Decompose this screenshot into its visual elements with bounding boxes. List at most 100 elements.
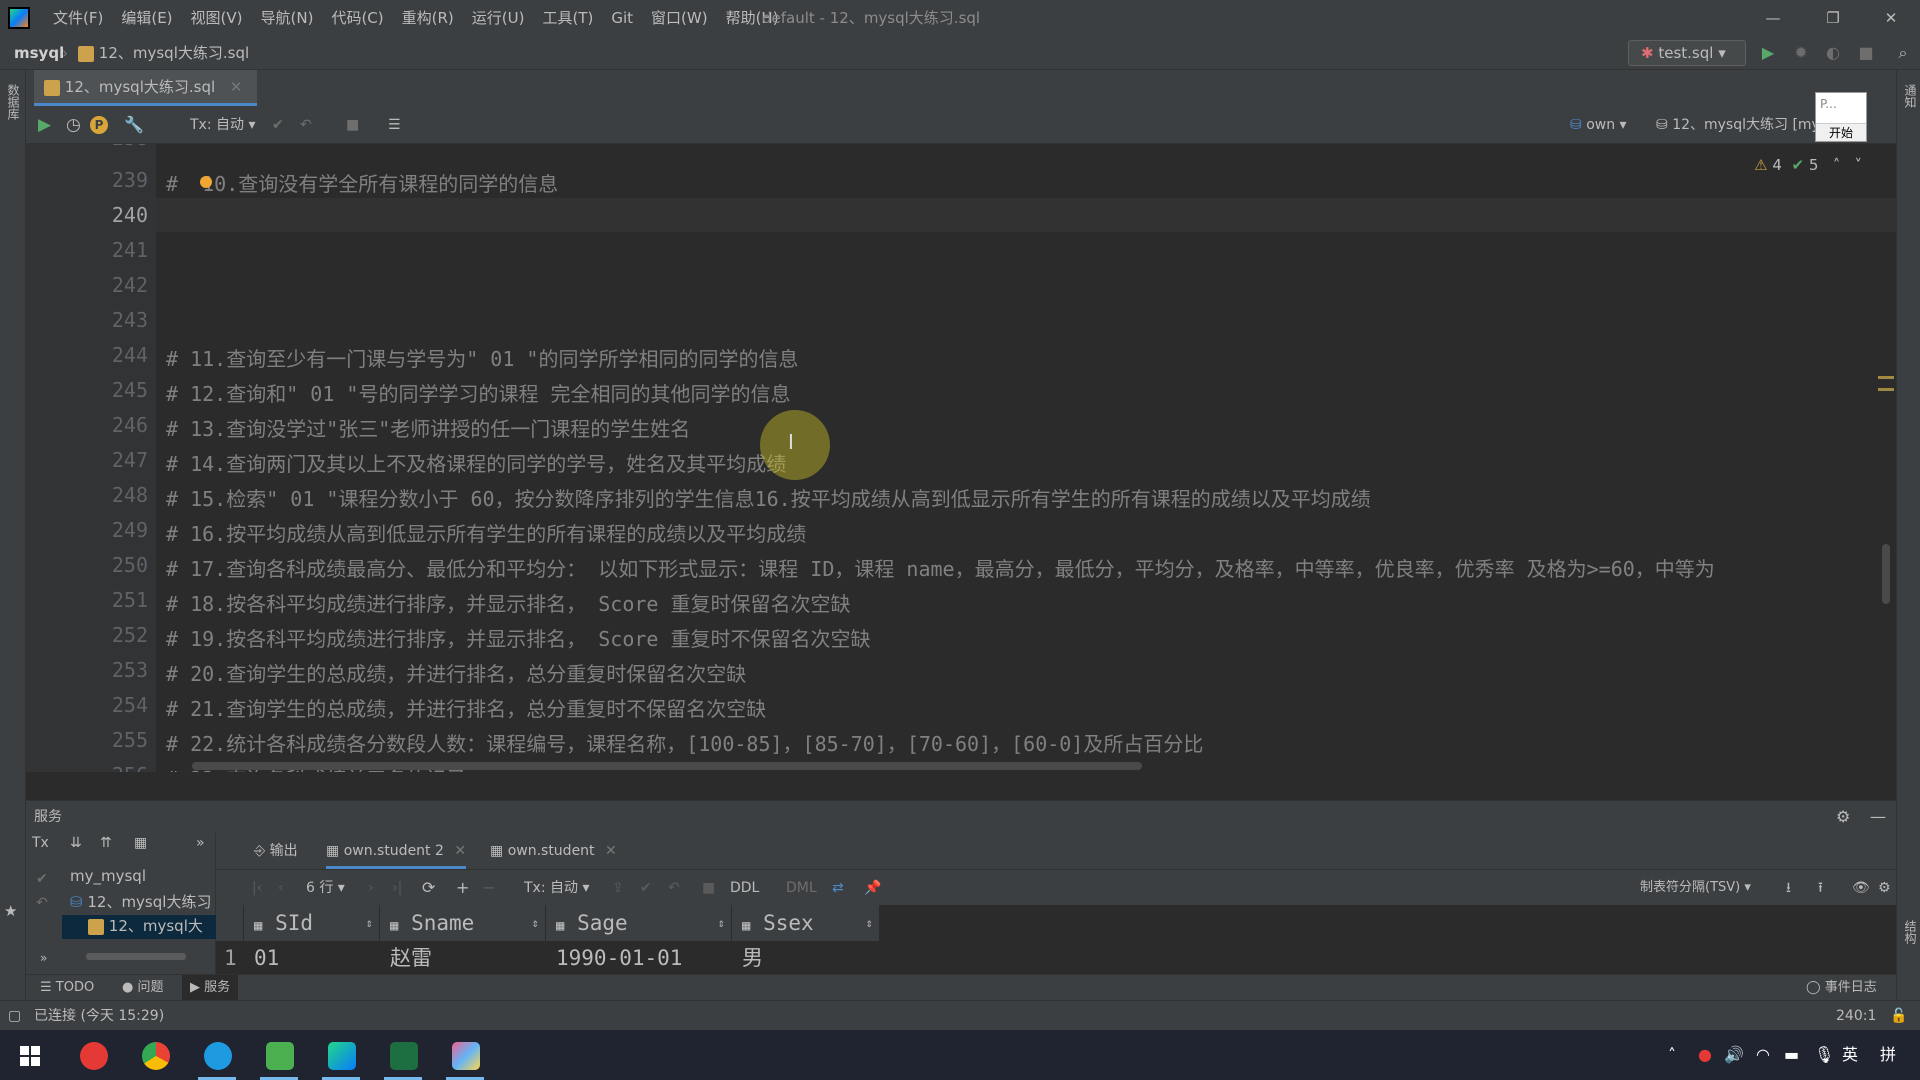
stripe-mark[interactable]	[1878, 376, 1894, 379]
pin-icon[interactable]: 📌	[864, 870, 881, 906]
close-window-button[interactable]: ✕	[1868, 0, 1914, 36]
input-language[interactable]: 英	[1842, 1030, 1858, 1080]
refresh-icon[interactable]: ⟳	[422, 870, 435, 906]
extractor-select[interactable]: 制表符分隔(TSV) ▾	[1640, 870, 1751, 906]
tree-item-datasource[interactable]: my_mysql	[70, 867, 146, 885]
tab-own-student-2[interactable]: ▦ own.student 2 ✕	[326, 833, 467, 869]
column-header-sage[interactable]: ▦ Sage ⇕	[546, 905, 732, 941]
run-configuration-select[interactable]: ✱ test.sql ▾	[1628, 40, 1746, 66]
code-line[interactable]: # 16.按平均成绩从高到低显示所有学生的所有课程的成绩以及平均成绩	[166, 518, 806, 547]
console-select[interactable]: ⛁ 12、mysql大练习 [my_	[1656, 106, 1827, 144]
delete-row-icon[interactable]: −	[482, 870, 495, 906]
commit-icon[interactable]: ✔	[640, 870, 652, 906]
taskbar-app-excel[interactable]	[378, 1036, 428, 1080]
search-icon[interactable]: ⌕	[1892, 42, 1914, 64]
collapse-all-icon[interactable]: ⇈	[100, 835, 112, 851]
code-line[interactable]: # 15.检索" 01 "课程分数小于 60，按分数降序排列的学生信息16.按平…	[166, 483, 1371, 512]
import-icon[interactable]: ⭱	[1818, 870, 1823, 906]
rollback-icon[interactable]: ↶	[36, 895, 48, 911]
compare-icon[interactable]: ⇄	[832, 870, 844, 906]
code-line[interactable]: # 22.统计各科成绩各分数段人数：课程编号，课程名称，[100-85]，[85…	[166, 728, 1203, 757]
close-tab-icon[interactable]: ✕	[605, 843, 617, 859]
add-row-icon[interactable]: +	[456, 870, 469, 906]
menu-code[interactable]: 代码(C)	[322, 0, 392, 36]
chevron-up-icon[interactable]: ˄	[1833, 156, 1841, 174]
stripe-mark[interactable]	[1878, 388, 1894, 391]
code-line[interactable]: # 20.查询学生的总成绩，并进行排名，总分重复时保留名次空缺	[166, 658, 746, 687]
problems-tool-button[interactable]: ● 问题	[122, 975, 164, 1001]
menu-tools[interactable]: 工具(T)	[533, 0, 602, 36]
next-page-icon[interactable]: ›	[368, 870, 374, 906]
lock-icon[interactable]: 🔓	[1890, 1001, 1907, 1031]
gear-icon[interactable]: ⚙	[1836, 801, 1850, 833]
database-tool-button[interactable]: 数据库	[5, 84, 22, 120]
transaction-mode-select[interactable]: Tx: 自动 ▾	[524, 870, 590, 906]
taskbar-app-edge[interactable]	[192, 1036, 242, 1080]
chevron-up-icon[interactable]: ˄	[1668, 1030, 1676, 1080]
first-page-icon[interactable]: |‹	[252, 870, 262, 906]
volume-icon[interactable]: 🔊	[1724, 1030, 1744, 1080]
battery-icon[interactable]: ▬	[1784, 1030, 1799, 1080]
close-tab-icon[interactable]: ✕	[454, 843, 466, 859]
tree-item-session[interactable]: 12、mysql大	[62, 915, 216, 939]
tree-scrollbar[interactable]	[86, 953, 186, 960]
services-tool-button[interactable]: ▶ 服务	[182, 975, 239, 1001]
floating-overlay-widget[interactable]: P... 开始	[1815, 92, 1867, 142]
grid-cell[interactable]: 01	[244, 941, 380, 975]
code-line[interactable]: # 19.按各科平均成绩进行排序，并显示排名， Score 重复时不保留名次空缺	[166, 623, 871, 652]
menu-view[interactable]: 视图(V)	[182, 0, 252, 36]
export-icon[interactable]: ⭳	[1786, 870, 1791, 906]
view-in-grid-icon[interactable]: ☰	[388, 106, 401, 144]
code-line[interactable]: # 13.查询没学过"张三"老师讲授的任一门课程的学生姓名	[166, 413, 690, 442]
dml-button[interactable]: DML	[786, 870, 817, 906]
sort-icon[interactable]: ⇕	[866, 905, 873, 941]
schema-select[interactable]: ⛁ own ▾	[1570, 106, 1627, 144]
structure-tool-button[interactable]: 结构	[1902, 920, 1919, 944]
taskbar-app-chrome[interactable]	[130, 1036, 180, 1080]
stop-icon[interactable]: ■	[1855, 42, 1877, 64]
vertical-scrollbar[interactable]	[1882, 544, 1890, 604]
taskbar-app-editor[interactable]	[254, 1036, 304, 1080]
minimize-button[interactable]: —	[1750, 0, 1796, 36]
run-icon[interactable]: ▶	[1757, 42, 1779, 64]
expand-icon[interactable]: »	[40, 951, 47, 965]
tab-output[interactable]: ⎆ 输出	[254, 833, 298, 869]
gear-icon[interactable]: ⚙	[1878, 870, 1891, 906]
sort-icon[interactable]: ⇕	[718, 905, 725, 941]
sort-icon[interactable]: ⇕	[532, 905, 539, 941]
restore-button[interactable]: ❐	[1810, 0, 1856, 36]
rollback-icon[interactable]: ↶	[300, 106, 312, 144]
record-icon[interactable]: ●	[1698, 1030, 1712, 1080]
rollback-icon[interactable]: ↶	[668, 870, 680, 906]
code-line[interactable]: # 12.查询和" 01 "号的同学学习的课程 完全相同的其他同学的信息	[166, 378, 791, 407]
grid-cell[interactable]: 赵雷	[380, 941, 546, 975]
submit-icon[interactable]: ⇪	[612, 870, 624, 906]
tree-item-console[interactable]: ⛁ 12、mysql大练习	[70, 891, 216, 912]
commit-icon[interactable]: ✔	[36, 871, 48, 887]
rows-select[interactable]: 6 行 ▾	[306, 870, 345, 906]
inspection-widget[interactable]: ⚠ 4 ✔ 5 ˄ ˅	[1754, 156, 1862, 174]
coverage-icon[interactable]: ◐	[1822, 42, 1844, 64]
code-line[interactable]: # 18.按各科平均成绩进行排序，并显示排名， Score 重复时保留名次空缺	[166, 588, 851, 617]
editor-tab[interactable]: 12、mysql大练习.sql ✕	[34, 70, 257, 106]
history-icon[interactable]: ◷	[66, 106, 81, 144]
menu-edit[interactable]: 编辑(E)	[112, 0, 181, 36]
microphone-icon[interactable]: 🎙	[1814, 1030, 1834, 1080]
group-icon[interactable]: ▦	[134, 835, 147, 851]
code-line[interactable]: # 10.查询没有学全所有课程的同学的信息	[166, 168, 558, 197]
previous-page-icon[interactable]: ‹	[278, 870, 284, 906]
execute-icon[interactable]: ▶	[38, 106, 51, 144]
taskbar-app-g[interactable]	[68, 1036, 118, 1080]
taskbar-app-paint[interactable]	[440, 1036, 490, 1080]
hide-panel-icon[interactable]: —	[1870, 801, 1886, 833]
breadcrumb-project[interactable]: msyql	[14, 36, 64, 70]
event-log-button[interactable]: ◯ 事件日志	[1806, 975, 1877, 1001]
settings-wrench-icon[interactable]: 🔧	[124, 106, 144, 144]
code-line[interactable]: # 11.查询至少有一门课与学号为" 01 "的同学所学相同的同学的信息	[166, 343, 798, 372]
layout-icon[interactable]: ▢	[8, 1001, 21, 1031]
ddl-button[interactable]: DDL	[730, 870, 759, 906]
explain-plan-icon[interactable]: P	[90, 106, 108, 144]
close-tab-icon[interactable]: ✕	[230, 78, 243, 96]
commit-icon[interactable]: ✔	[272, 106, 284, 144]
todo-tool-button[interactable]: ☰ TODO	[40, 975, 94, 1001]
